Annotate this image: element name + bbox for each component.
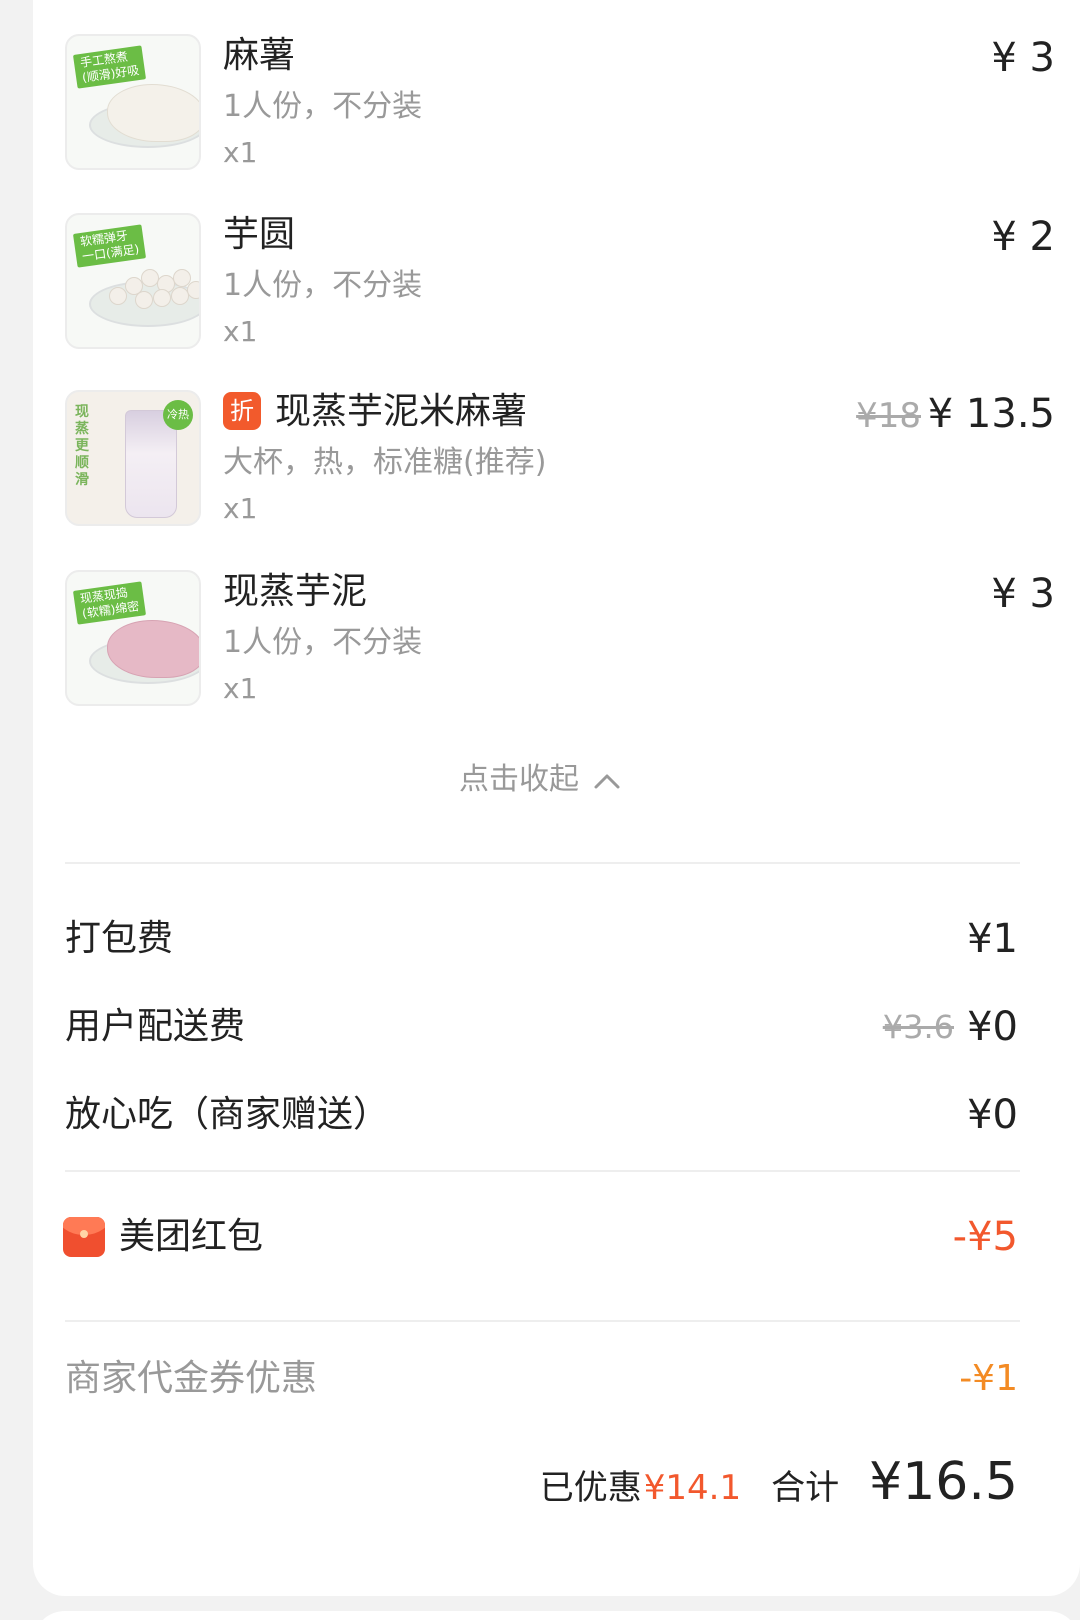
- item-spec: 1人份，不分装: [223, 625, 423, 660]
- saved-value: ¥14.1: [643, 1468, 742, 1508]
- red-packet-icon: [63, 1217, 105, 1257]
- item-name: 现蒸芋泥: [223, 571, 368, 612]
- item-price: ¥ 3: [991, 35, 1055, 81]
- total-row: 已优惠 ¥14.1 合计 ¥16.5: [539, 1452, 1018, 1512]
- delivery-fee-original: ¥3.6: [882, 1008, 954, 1046]
- item-quantity: x1: [223, 315, 258, 348]
- list-item: 软糯弹牙 一口(满足) 芋圆 1人份，不分装 x1 ¥ 2: [65, 213, 1055, 353]
- image-tag: 手工熬煮 (顺滑)好吸: [72, 45, 147, 89]
- safe-eat-label: 放心吃（商家赠送）: [65, 1094, 390, 1135]
- item-price: ¥ 3: [991, 571, 1055, 617]
- delivery-fee-value: ¥0: [967, 1004, 1018, 1050]
- product-image: 现蒸更顺滑 冷热: [65, 390, 201, 526]
- item-spec: 大杯，热，标准糖(推荐): [223, 445, 547, 480]
- image-tag: 现蒸现捣 (软糯)绵密: [72, 581, 147, 625]
- item-name: 麻薯: [223, 35, 296, 76]
- chevron-up-icon: [594, 774, 620, 788]
- item-name: 芋圆: [223, 214, 296, 255]
- item-spec: 1人份，不分装: [223, 268, 423, 303]
- total-value: ¥16.5: [869, 1452, 1018, 1512]
- product-image: 现蒸现捣 (软糯)绵密: [65, 570, 201, 706]
- packing-fee-value: ¥1: [967, 916, 1018, 962]
- list-item: 手工熬煮 (顺滑)好吸 麻薯 1人份，不分装 x1 ¥ 3: [65, 34, 1055, 174]
- item-original-price: ¥18: [856, 396, 921, 436]
- image-hot-badge: 冷热: [163, 400, 193, 430]
- item-price: ¥ 2: [991, 214, 1055, 260]
- red-packet-value[interactable]: -¥5: [953, 1214, 1018, 1260]
- divider: [65, 1320, 1020, 1322]
- packing-fee-label: 打包费: [65, 918, 174, 959]
- list-item: 现蒸现捣 (软糯)绵密 现蒸芋泥 1人份，不分装 x1 ¥ 3: [65, 570, 1055, 710]
- total-label: 合计: [771, 1468, 840, 1508]
- voucher-label: 商家代金券优惠: [65, 1358, 318, 1399]
- voucher-value: -¥1: [959, 1358, 1018, 1399]
- delivery-fee-label: 用户配送费: [65, 1006, 246, 1047]
- product-image: 软糯弹牙 一口(满足): [65, 213, 201, 349]
- list-item: 现蒸更顺滑 冷热 折 现蒸芋泥米麻薯 大杯，热，标准糖(推荐) x1 ¥18 ¥…: [65, 390, 1055, 530]
- item-quantity: x1: [223, 672, 258, 705]
- safe-eat-value: ¥0: [967, 1092, 1018, 1138]
- divider: [65, 1170, 1020, 1172]
- product-image: 手工熬煮 (顺滑)好吸: [65, 34, 201, 170]
- collapse-button[interactable]: 点击收起: [0, 760, 1080, 800]
- collapse-label: 点击收起: [459, 762, 579, 797]
- item-spec: 1人份，不分装: [223, 89, 423, 124]
- next-card: [33, 1611, 1080, 1620]
- red-packet-label: 美团红包: [119, 1216, 264, 1257]
- item-price: ¥ 13.5: [927, 391, 1055, 437]
- image-tag: 软糯弹牙 一口(满足): [72, 224, 147, 268]
- item-quantity: x1: [223, 136, 258, 169]
- discount-badge: 折: [223, 392, 261, 430]
- item-quantity: x1: [223, 492, 258, 525]
- saved-label: 已优惠: [539, 1468, 642, 1508]
- divider: [65, 862, 1020, 864]
- item-name: 现蒸芋泥米麻薯: [275, 391, 528, 432]
- image-side-text: 现蒸更顺滑: [75, 404, 89, 488]
